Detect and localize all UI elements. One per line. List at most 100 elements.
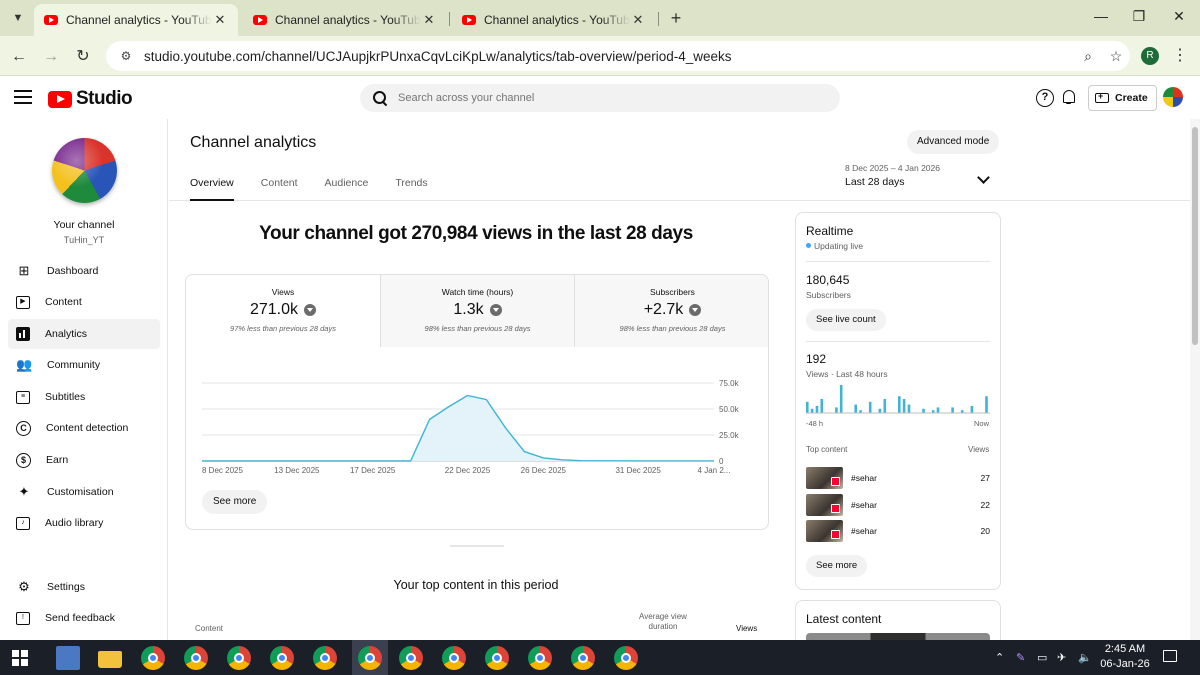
create-button[interactable]: Create	[1088, 85, 1157, 111]
chrome-profile-icon[interactable]	[528, 646, 552, 670]
chrome-profile-icon[interactable]	[399, 646, 423, 670]
list-item[interactable]: #sehar 20	[806, 520, 990, 542]
stat-views[interactable]: Views 271.0k 97% less than previous 28 d…	[186, 275, 380, 347]
see-live-count-button[interactable]: See live count	[806, 309, 886, 331]
sidebar-item-customisation[interactable]: ✦ Customisation	[8, 477, 160, 507]
realtime-bar[interactable]	[806, 401, 809, 413]
scrollbar-thumb[interactable]	[1192, 127, 1198, 345]
calculator-app-icon[interactable]	[56, 646, 80, 670]
realtime-bar[interactable]	[985, 396, 988, 413]
search-icon[interactable]	[372, 90, 388, 106]
close-tab-icon[interactable]: ✕	[630, 12, 646, 28]
sidebar-item-dashboard[interactable]: ⊞ Dashboard	[8, 256, 160, 286]
sidebar-item-audio-library[interactable]: ♪ Audio library	[8, 508, 160, 538]
realtime-bar[interactable]	[835, 407, 838, 413]
tab-trends[interactable]: Trends	[395, 177, 427, 201]
realtime-bar[interactable]	[878, 408, 882, 413]
taskbar-date[interactable]: 06-Jan-26	[1100, 658, 1150, 670]
column-header-views[interactable]: Views	[736, 624, 757, 633]
realtime-bar[interactable]	[868, 401, 872, 413]
url-text[interactable]: studio.youtube.com/channel/UCJAupjkrPUnx…	[144, 49, 1074, 64]
minimize-icon[interactable]: —	[1086, 8, 1116, 24]
realtime-bar[interactable]	[854, 404, 857, 413]
chrome-profile-icon[interactable]	[614, 646, 638, 670]
list-item[interactable]: #sehar 27	[806, 467, 990, 489]
realtime-see-more-button[interactable]: See more	[806, 555, 868, 577]
zoom-icon[interactable]: ⌕	[1074, 48, 1102, 65]
profile-avatar[interactable]: R	[1141, 47, 1159, 65]
help-icon[interactable]: ?	[1036, 89, 1054, 107]
address-bar[interactable]: ⚙ studio.youtube.com/channel/UCJAupjkrPU…	[106, 41, 1130, 71]
tab-content[interactable]: Content	[261, 177, 298, 201]
airplane-mode-icon[interactable]: ✈	[1057, 651, 1066, 664]
sidebar-item-community[interactable]: 👥 Community	[8, 350, 160, 380]
stat-subscribers[interactable]: Subscribers +2.7k 98% less than previous…	[574, 275, 768, 347]
views-chart[interactable]: 0 25.0k 50.0k 75.0k 8 Dec 2025 13 Dec 2025 17 …	[186, 347, 769, 477]
forward-arrow-icon[interactable]: →	[40, 46, 62, 68]
pen-icon[interactable]: ✎	[1016, 651, 1025, 664]
realtime-bar[interactable]	[815, 406, 819, 413]
realtime-bar[interactable]	[883, 399, 887, 413]
battery-icon[interactable]: ▭	[1037, 651, 1047, 664]
restore-window-icon[interactable]: ❐	[1124, 8, 1154, 25]
realtime-bar[interactable]	[907, 404, 911, 413]
list-item[interactable]: #sehar 22	[806, 494, 990, 516]
search-input[interactable]	[398, 92, 798, 104]
browser-tab-1[interactable]: Channel analytics - YouTube Studio ✕	[34, 4, 238, 36]
notifications-bell-icon[interactable]	[1062, 89, 1076, 105]
chrome-icon[interactable]	[141, 646, 165, 670]
chrome-profile-icon[interactable]	[184, 646, 208, 670]
chrome-profile-icon[interactable]	[571, 646, 595, 670]
realtime-bar[interactable]	[898, 396, 901, 413]
page-scrollbar[interactable]	[1190, 119, 1200, 640]
tab-search-chevron-icon[interactable]: ▼	[6, 6, 30, 30]
site-info-icon[interactable]: ⚙	[118, 49, 134, 63]
realtime-bar[interactable]	[902, 399, 906, 413]
realtime-bar-chart[interactable]	[806, 385, 990, 415]
channel-avatar[interactable]	[52, 138, 117, 203]
tab-audience[interactable]: Audience	[325, 177, 369, 201]
close-tab-icon[interactable]: ✕	[421, 12, 437, 28]
sidebar-item-content[interactable]: ▶ Content	[8, 287, 160, 317]
tray-chevron-up-icon[interactable]: ⌃	[995, 651, 1004, 664]
chrome-profile-icon[interactable]	[442, 646, 466, 670]
sidebar-item-analytics[interactable]: Analytics	[8, 319, 160, 349]
new-tab-plus-icon[interactable]: +	[666, 8, 686, 28]
notifications-icon[interactable]	[1163, 650, 1177, 662]
chrome-profile-icon[interactable]	[485, 646, 509, 670]
sidebar-item-send-feedback[interactable]: ! Send feedback	[8, 603, 160, 633]
reload-icon[interactable]: ↻	[72, 46, 94, 68]
back-arrow-icon[interactable]: ←	[8, 46, 30, 68]
realtime-bar[interactable]	[922, 408, 925, 413]
hamburger-menu-icon[interactable]	[14, 90, 32, 104]
bookmark-star-icon[interactable]: ☆	[1102, 48, 1130, 65]
windows-start-icon[interactable]	[12, 650, 28, 666]
stat-watch-time[interactable]: Watch time (hours) 1.3k 98% less than pr…	[380, 275, 574, 347]
close-tab-icon[interactable]: ✕	[212, 12, 228, 28]
chrome-profile-icon[interactable]	[270, 646, 294, 670]
chrome-profile-icon[interactable]	[358, 646, 382, 670]
close-window-icon[interactable]: ✕	[1164, 8, 1194, 25]
volume-icon[interactable]: 🔈	[1078, 651, 1092, 664]
column-header-average-view-duration[interactable]: Average view duration	[630, 612, 696, 632]
sidebar-item-settings[interactable]: ⚙ Settings	[8, 572, 160, 602]
browser-tab-2[interactable]: Channel analytics - YouTube Studio ✕	[243, 4, 447, 36]
realtime-bar[interactable]	[839, 385, 843, 413]
period-selector[interactable]: 8 Dec 2025 – 4 Jan 2026 Last 28 days	[845, 163, 940, 188]
browser-menu-icon[interactable]: ⋮	[1172, 44, 1188, 68]
sidebar-item-earn[interactable]: $ Earn	[8, 445, 160, 475]
sidebar-item-content-detection[interactable]: C Content detection	[8, 413, 160, 443]
chrome-profile-icon[interactable]	[227, 646, 251, 670]
realtime-bar[interactable]	[970, 406, 974, 413]
channel-search[interactable]	[360, 84, 840, 112]
taskbar-time[interactable]: 2:45 AM	[1100, 643, 1150, 655]
chrome-profile-icon[interactable]	[313, 646, 337, 670]
studio-logo[interactable]: Studio	[48, 88, 133, 110]
realtime-bar[interactable]	[820, 399, 824, 413]
sidebar-item-subtitles[interactable]: ≡ Subtitles	[8, 382, 160, 412]
realtime-bar[interactable]	[936, 407, 940, 413]
advanced-mode-button[interactable]: Advanced mode	[907, 130, 1000, 154]
account-avatar[interactable]	[1163, 87, 1183, 107]
chevron-down-icon[interactable]	[977, 171, 990, 184]
tab-overview[interactable]: Overview	[190, 177, 234, 201]
